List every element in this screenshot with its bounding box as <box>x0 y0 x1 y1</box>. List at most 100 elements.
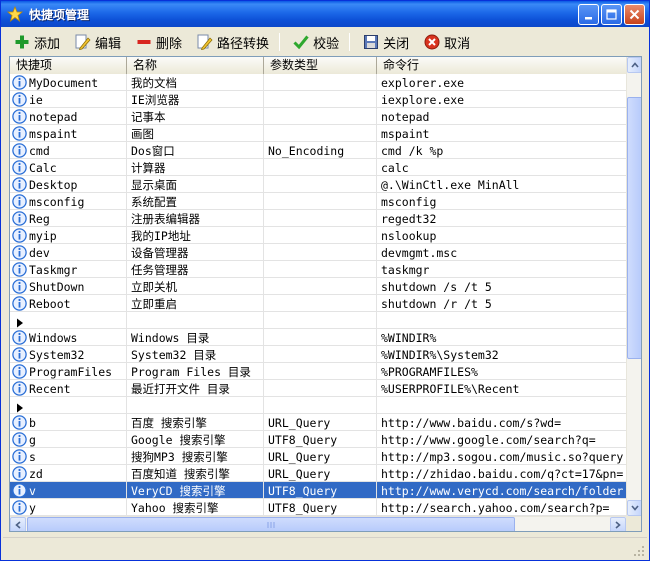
cell-name[interactable]: System32 目录 <box>127 346 264 363</box>
cell-command[interactable]: devmgmt.msc <box>377 244 626 261</box>
table-row[interactable]: dev 设备管理器 devmgmt.msc <box>10 244 626 261</box>
cell-name[interactable]: 百度知道 搜索引擎 <box>127 465 264 482</box>
cell-shortcut[interactable]: y <box>10 499 127 516</box>
cell-param-type[interactable] <box>264 125 377 142</box>
cell-command[interactable]: %WINDIR%\System32 <box>377 346 626 363</box>
cell-shortcut[interactable]: Reg <box>10 210 127 227</box>
cell-command[interactable]: shutdown /r /t 5 <box>377 295 626 312</box>
cell-param-type[interactable] <box>264 278 377 295</box>
table-row[interactable]: MyDocument 我的文档 explorer.exe <box>10 74 626 91</box>
cell-command[interactable]: http://www.verycd.com/search/folder <box>377 482 626 499</box>
cell-param-type[interactable] <box>264 397 377 414</box>
cell-shortcut[interactable]: Taskmgr <box>10 261 127 278</box>
cell-param-type[interactable] <box>264 210 377 227</box>
cell-name[interactable]: VeryCD 搜索引擎 <box>127 482 264 499</box>
cell-command[interactable] <box>377 312 626 329</box>
cell-name[interactable]: 搜狗MP3 搜索引擎 <box>127 448 264 465</box>
scroll-left-button[interactable] <box>10 517 26 531</box>
cell-param-type[interactable]: URL_Query <box>264 448 377 465</box>
cell-command[interactable] <box>377 397 626 414</box>
table-row[interactable]: Windows Windows 目录 %WINDIR% <box>10 329 626 346</box>
cell-shortcut[interactable]: cmd <box>10 142 127 159</box>
cell-name[interactable]: 计算器 <box>127 159 264 176</box>
vertical-scrollbar[interactable] <box>626 57 641 516</box>
resize-grip-icon[interactable] <box>633 545 645 557</box>
cell-shortcut[interactable] <box>10 312 127 329</box>
table-row[interactable]: y Yahoo 搜索引擎 UTF8_Query http://search.yahoo… <box>10 499 626 516</box>
cell-command[interactable]: %USERPROFILE%\Recent <box>377 380 626 397</box>
cell-name[interactable]: 立即关机 <box>127 278 264 295</box>
cell-shortcut[interactable]: ShutDown <box>10 278 127 295</box>
table-row[interactable]: mspaint 画图 mspaint <box>10 125 626 142</box>
table-row[interactable]: Taskmgr 任务管理器 taskmgr <box>10 261 626 278</box>
cell-param-type[interactable]: No_Encoding <box>264 142 377 159</box>
column-header-shortcut[interactable]: 快捷项 <box>10 57 127 74</box>
cell-param-type[interactable] <box>264 244 377 261</box>
cell-command[interactable]: http://mp3.sogou.com/music.so?query <box>377 448 626 465</box>
table-row[interactable]: ShutDown 立即关机 shutdown /s /t 5 <box>10 278 626 295</box>
cell-command[interactable]: mspaint <box>377 125 626 142</box>
table-row[interactable]: g Google 搜索引擎 UTF8_Query http://www.google.… <box>10 431 626 448</box>
cell-shortcut[interactable]: Windows <box>10 329 127 346</box>
cell-name[interactable]: Windows 目录 <box>127 329 264 346</box>
table-row[interactable]: Recent 最近打开文件 目录 %USERPROFILE%\Recent <box>10 380 626 397</box>
cell-param-type[interactable] <box>264 227 377 244</box>
cell-param-type[interactable] <box>264 91 377 108</box>
cell-name[interactable]: Program Files 目录 <box>127 363 264 380</box>
cell-shortcut[interactable]: v <box>10 482 127 499</box>
table-row[interactable]: Calc 计算器 calc <box>10 159 626 176</box>
cell-command[interactable]: explorer.exe <box>377 74 626 91</box>
cell-shortcut[interactable] <box>10 397 127 414</box>
cell-param-type[interactable] <box>264 329 377 346</box>
separator-row[interactable] <box>10 312 626 329</box>
cell-command[interactable]: calc <box>377 159 626 176</box>
cell-shortcut[interactable]: g <box>10 431 127 448</box>
close-button[interactable]: 关闭 <box>354 30 415 54</box>
path-convert-button[interactable]: 路径转换 <box>188 30 275 54</box>
cell-param-type[interactable]: UTF8_Query <box>264 482 377 499</box>
cell-name[interactable]: Yahoo 搜索引擎 <box>127 499 264 516</box>
cell-param-type[interactable] <box>264 108 377 125</box>
scroll-down-button[interactable] <box>627 500 641 516</box>
cell-shortcut[interactable]: msconfig <box>10 193 127 210</box>
table-row[interactable]: s 搜狗MP3 搜索引擎 URL_Query http://mp3.sogou.com… <box>10 448 626 465</box>
cell-command[interactable]: @.\WinCtl.exe MinAll <box>377 176 626 193</box>
scroll-right-button[interactable] <box>610 517 626 531</box>
cell-param-type[interactable] <box>264 176 377 193</box>
cell-shortcut[interactable]: ProgramFiles <box>10 363 127 380</box>
cell-shortcut[interactable]: notepad <box>10 108 127 125</box>
cell-name[interactable]: IE浏览器 <box>127 91 264 108</box>
table-row[interactable]: zd 百度知道 搜索引擎 URL_Query http://zhidao.baidu.… <box>10 465 626 482</box>
horizontal-scrollbar[interactable] <box>10 516 626 531</box>
cell-name[interactable]: 任务管理器 <box>127 261 264 278</box>
table-row[interactable]: System32 System32 目录 %WINDIR%\System32 <box>10 346 626 363</box>
table-row[interactable]: cmd Dos窗口 No_Encoding cmd /k %p <box>10 142 626 159</box>
table-row[interactable]: msconfig 系统配置 msconfig <box>10 193 626 210</box>
cell-name[interactable] <box>127 397 264 414</box>
table-row[interactable]: v VeryCD 搜索引擎 UTF8_Query http://www.verycd.… <box>10 482 626 499</box>
cell-shortcut[interactable]: ie <box>10 91 127 108</box>
cell-command[interactable]: regedt32 <box>377 210 626 227</box>
cell-command[interactable]: cmd /k %p <box>377 142 626 159</box>
cell-command[interactable]: notepad <box>377 108 626 125</box>
cell-command[interactable]: http://zhidao.baidu.com/q?ct=17&pn= <box>377 465 626 482</box>
cell-name[interactable] <box>127 312 264 329</box>
cell-param-type[interactable] <box>264 295 377 312</box>
minimize-button[interactable] <box>578 4 599 25</box>
separator-row[interactable] <box>10 397 626 414</box>
cell-param-type[interactable]: URL_Query <box>264 414 377 431</box>
table-row[interactable]: Reg 注册表编辑器 regedt32 <box>10 210 626 227</box>
cell-name[interactable]: 设备管理器 <box>127 244 264 261</box>
cell-shortcut[interactable]: mspaint <box>10 125 127 142</box>
cell-param-type[interactable]: UTF8_Query <box>264 431 377 448</box>
cell-name[interactable]: 最近打开文件 目录 <box>127 380 264 397</box>
cell-name[interactable]: 系统配置 <box>127 193 264 210</box>
delete-button[interactable]: 删除 <box>127 30 188 54</box>
cell-shortcut[interactable]: Reboot <box>10 295 127 312</box>
cell-command[interactable]: http://www.baidu.com/s?wd= <box>377 414 626 431</box>
table-row[interactable]: Reboot 立即重启 shutdown /r /t 5 <box>10 295 626 312</box>
cell-name[interactable]: Dos窗口 <box>127 142 264 159</box>
cell-command[interactable]: http://search.yahoo.com/search?p= <box>377 499 626 516</box>
cell-command[interactable]: msconfig <box>377 193 626 210</box>
cell-name[interactable]: 记事本 <box>127 108 264 125</box>
